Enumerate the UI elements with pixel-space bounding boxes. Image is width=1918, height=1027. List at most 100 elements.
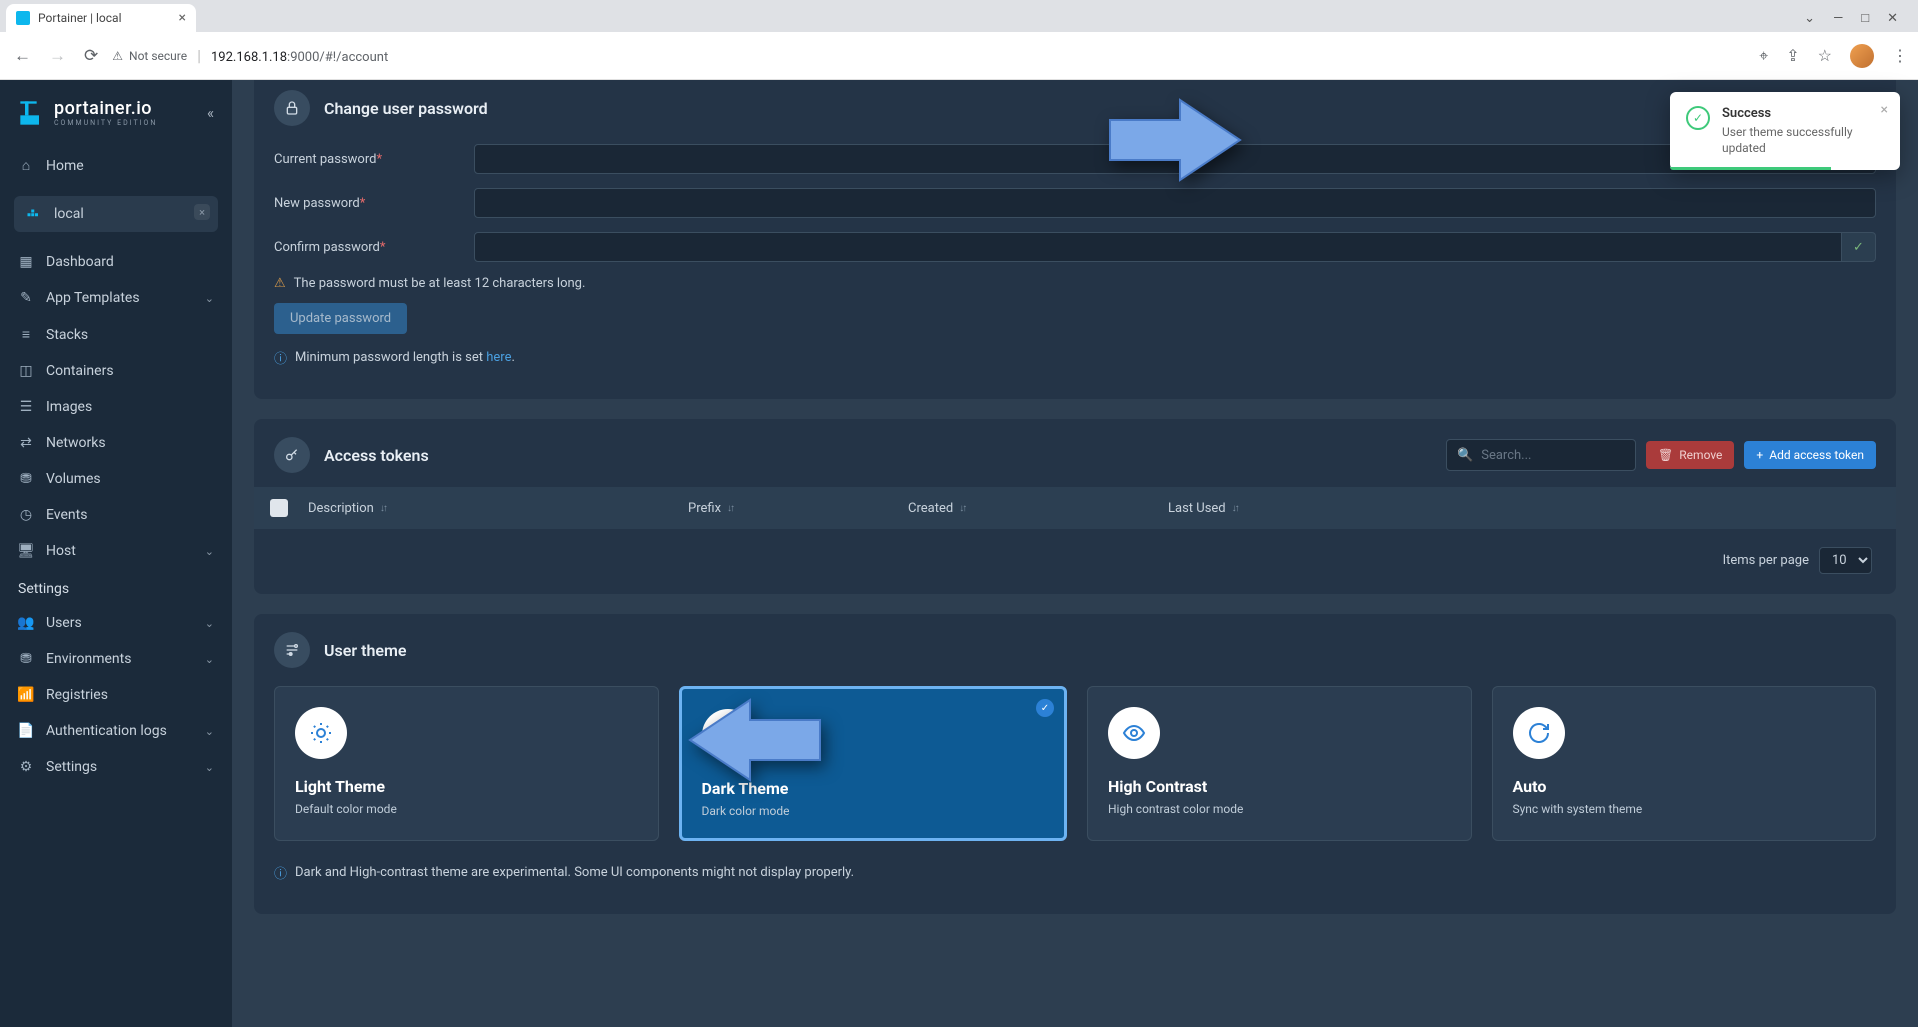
browser-tab-bar: Portainer | local × ⌄ — □ ✕ bbox=[0, 0, 1918, 32]
server-icon: 🖥 bbox=[18, 543, 34, 559]
sidebar-item-images[interactable]: ☰ Images bbox=[0, 389, 232, 425]
list-icon: ☰ bbox=[18, 399, 34, 415]
environment-selector[interactable]: local × bbox=[14, 196, 218, 232]
chevron-down-icon: ⌄ bbox=[205, 292, 214, 305]
tab-favicon-icon bbox=[16, 11, 30, 25]
sidebar-item-home[interactable]: ⌂ Home bbox=[0, 147, 232, 184]
sidebar-item-label: Volumes bbox=[46, 471, 101, 487]
address-bar: ← → ⟳ ⚠ Not secure | 192.168.1.18:9000/#… bbox=[0, 32, 1918, 80]
theme-desc: Sync with system theme bbox=[1513, 802, 1856, 816]
selected-check-icon: ✓ bbox=[1036, 699, 1054, 717]
sidebar-item-label: Registries bbox=[46, 687, 108, 703]
back-icon[interactable]: ← bbox=[10, 42, 35, 70]
home-icon: ⌂ bbox=[18, 157, 34, 174]
password-panel-title: Change user password bbox=[324, 99, 488, 118]
sidebar-item-networks[interactable]: ⇄Networks bbox=[0, 425, 232, 461]
edit-icon: ✎ bbox=[18, 290, 34, 306]
sidebar-item-settings[interactable]: ⚙Settings⌄ bbox=[0, 749, 232, 785]
tokens-panel-title: Access tokens bbox=[324, 446, 429, 465]
tokens-search-input[interactable]: 🔍 Search... bbox=[1446, 439, 1636, 471]
chevron-down-icon: ⌄ bbox=[205, 725, 214, 738]
column-prefix[interactable]: Prefix↓↑ bbox=[688, 501, 888, 516]
password-info-text: Minimum password length is set here. bbox=[295, 350, 515, 365]
trash-icon: 🗑 bbox=[1658, 448, 1673, 462]
new-password-label: New password* bbox=[274, 196, 474, 211]
sidebar-item-label: Home bbox=[46, 158, 84, 174]
sidebar-item-registries[interactable]: 📶Registries bbox=[0, 677, 232, 713]
forward-icon: → bbox=[45, 42, 70, 70]
eye-icon bbox=[1108, 707, 1160, 759]
logo-edition: COMMUNITY EDITION bbox=[54, 119, 157, 127]
info-icon: ⓘ bbox=[274, 863, 287, 882]
sliders-icon bbox=[274, 632, 310, 668]
items-per-page-select[interactable]: 10 bbox=[1819, 547, 1872, 574]
url-display[interactable]: 192.168.1.18:9000/#!/account bbox=[211, 46, 388, 65]
box-icon: ◫ bbox=[18, 363, 34, 379]
sidebar-item-label: Environments bbox=[46, 651, 131, 667]
app-logo[interactable]: portainer.io COMMUNITY EDITION bbox=[18, 98, 157, 127]
profile-avatar-icon[interactable] bbox=[1850, 44, 1874, 68]
sidebar-item-events[interactable]: ◷Events bbox=[0, 497, 232, 533]
sidebar-item-label: Containers bbox=[46, 363, 114, 379]
chevron-down-icon[interactable]: ⌄ bbox=[1804, 11, 1815, 26]
star-icon[interactable]: ☆ bbox=[1818, 46, 1832, 65]
tab-title: Portainer | local bbox=[38, 11, 122, 25]
sidebar-item-label: Host bbox=[46, 543, 76, 559]
theme-card-light[interactable]: Light Theme Default color mode bbox=[274, 686, 659, 841]
window-controls: ⌄ — □ ✕ bbox=[1804, 10, 1912, 32]
new-password-input[interactable] bbox=[474, 188, 1876, 218]
add-token-button[interactable]: + Add access token bbox=[1744, 441, 1876, 469]
maximize-icon[interactable]: □ bbox=[1861, 10, 1869, 26]
sidebar-item-containers[interactable]: ◫ Containers bbox=[0, 353, 232, 389]
sidebar-item-environments[interactable]: ⛃Environments⌄ bbox=[0, 641, 232, 677]
sidebar-item-label: Users bbox=[46, 615, 82, 631]
toast-close-icon[interactable]: × bbox=[1881, 102, 1888, 118]
sidebar-item-host[interactable]: 🖥Host⌄ bbox=[0, 533, 232, 569]
update-password-button[interactable]: Update password bbox=[274, 303, 407, 334]
warning-icon: ⚠ bbox=[274, 276, 286, 291]
password-info-link[interactable]: here bbox=[486, 350, 511, 365]
tab-close-icon[interactable]: × bbox=[179, 10, 186, 26]
sidebar: portainer.io COMMUNITY EDITION « ⌂ Home … bbox=[0, 80, 232, 1027]
info-icon: ⓘ bbox=[274, 348, 287, 367]
column-created[interactable]: Created↓↑ bbox=[908, 501, 1148, 516]
toast-title: Success bbox=[1722, 106, 1860, 121]
kebab-menu-icon[interactable]: ⋮ bbox=[1892, 46, 1908, 65]
share-icon: ⇄ bbox=[18, 435, 34, 451]
sidebar-item-dashboard[interactable]: ▦Dashboard bbox=[0, 244, 232, 280]
sidebar-item-label: Images bbox=[46, 399, 92, 415]
sidebar-item-app-templates[interactable]: ✎ App Templates ⌄ bbox=[0, 280, 232, 316]
sidebar-item-users[interactable]: 👥Users⌄ bbox=[0, 605, 232, 641]
toast-progress-bar bbox=[1670, 167, 1831, 170]
sidebar-item-label: App Templates bbox=[46, 290, 140, 306]
remove-token-button[interactable]: 🗑 Remove bbox=[1646, 441, 1734, 469]
close-window-icon[interactable]: ✕ bbox=[1887, 11, 1898, 26]
theme-name: High Contrast bbox=[1108, 777, 1451, 796]
sidebar-item-label: Authentication logs bbox=[46, 723, 167, 739]
confirm-password-input[interactable] bbox=[474, 232, 1842, 262]
pager-label: Items per page bbox=[1723, 553, 1809, 568]
security-label: Not secure bbox=[129, 49, 187, 63]
column-last-used[interactable]: Last Used↓↑ bbox=[1168, 501, 1880, 516]
browser-tab[interactable]: Portainer | local × bbox=[6, 4, 196, 32]
password-hint: The password must be at least 12 charact… bbox=[294, 276, 586, 291]
security-indicator[interactable]: ⚠ Not secure bbox=[112, 49, 187, 63]
key-icon[interactable]: ⌖ bbox=[1759, 46, 1768, 66]
sidebar-item-stacks[interactable]: ≡Stacks bbox=[0, 316, 232, 353]
column-description[interactable]: Description↓↑ bbox=[308, 501, 668, 516]
env-close-icon[interactable]: × bbox=[194, 204, 210, 220]
select-all-checkbox[interactable] bbox=[270, 499, 288, 517]
sidebar-item-volumes[interactable]: ⛃Volumes bbox=[0, 461, 232, 497]
warning-triangle-icon: ⚠ bbox=[112, 49, 123, 63]
share-icon[interactable]: ⇪ bbox=[1786, 46, 1799, 65]
reload-icon[interactable]: ⟳ bbox=[80, 42, 102, 70]
sidebar-collapse-icon[interactable]: « bbox=[207, 104, 214, 122]
minimize-icon[interactable]: — bbox=[1833, 11, 1843, 26]
theme-card-high-contrast[interactable]: High Contrast High contrast color mode bbox=[1087, 686, 1472, 841]
file-icon: 📄 bbox=[18, 723, 34, 739]
confirm-password-label: Confirm password* bbox=[274, 240, 474, 255]
sidebar-item-authentication-logs[interactable]: 📄 Authentication logs ⌄ bbox=[0, 713, 232, 749]
theme-card-auto[interactable]: Auto Sync with system theme bbox=[1492, 686, 1877, 841]
chevron-down-icon: ⌄ bbox=[205, 761, 214, 774]
refresh-icon bbox=[1513, 707, 1565, 759]
